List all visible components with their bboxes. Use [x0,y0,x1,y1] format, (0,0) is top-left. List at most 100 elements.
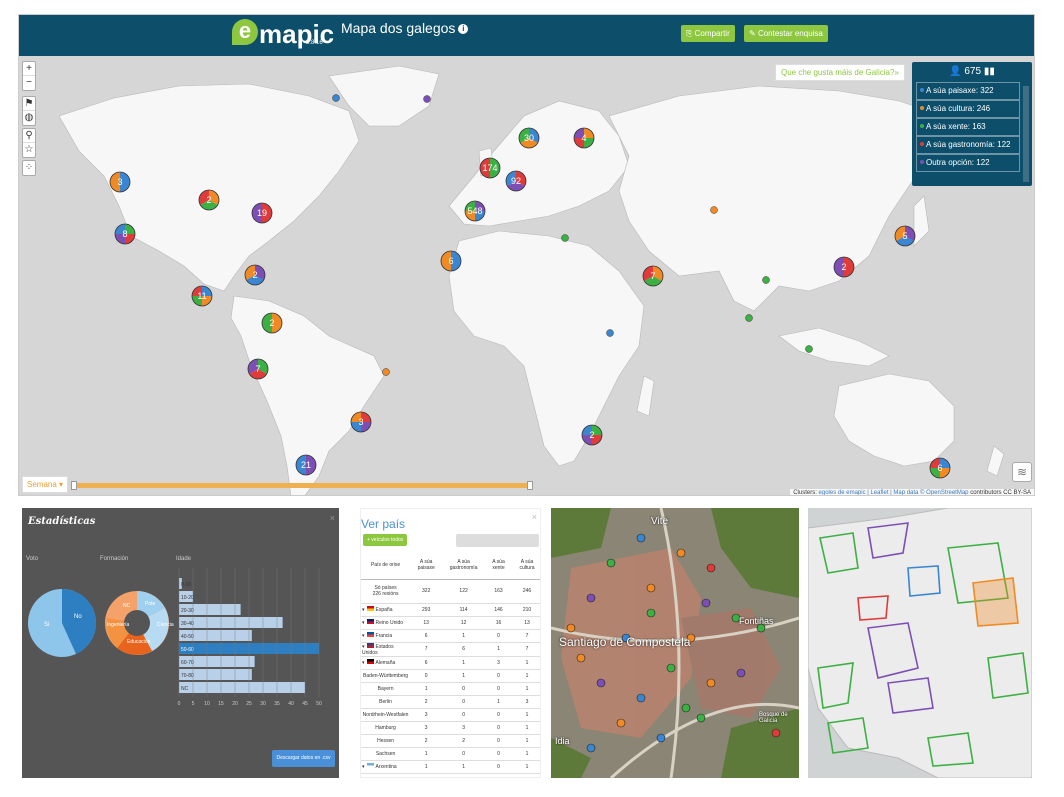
cluster-marker[interactable]: 2 [244,264,266,286]
legend-item[interactable]: A súa cultura: 246 [916,100,1020,118]
response-marker[interactable] [696,713,706,723]
cluster-marker[interactable]: 6 [440,250,462,272]
cluster-marker[interactable]: 7 [247,358,269,380]
response-marker[interactable] [596,678,606,688]
column-header[interactable]: A súa xente [484,551,513,580]
response-marker[interactable] [706,678,716,688]
bar-chart-icon[interactable]: ▮▮ [984,66,995,77]
single-marker[interactable] [762,276,770,284]
response-marker[interactable] [636,533,646,543]
response-marker[interactable] [586,743,596,753]
single-marker[interactable] [332,94,340,102]
response-marker[interactable] [566,623,576,633]
single-marker[interactable] [606,329,614,337]
table-row[interactable]: Bayern 1 0 0 1 [361,682,540,696]
question-link[interactable]: Que che gusta máis de Galicia?» [775,64,905,81]
legend-item[interactable]: Outra opción: 122 [916,154,1020,172]
table-row[interactable]: ▾ Alemaña 6 1 3 1 [361,656,540,670]
expand-icon[interactable]: ▾ [362,660,365,666]
cluster-marker[interactable]: 2 [261,312,283,334]
table-row[interactable]: Hessen 2 2 0 1 [361,734,540,748]
cluster-marker[interactable]: 2 [581,424,603,446]
response-marker[interactable] [606,558,616,568]
legend-item[interactable]: A súa gastronomía: 122 [916,136,1020,154]
filter-tabs[interactable]: + veículos todos [363,534,408,546]
response-marker[interactable] [656,733,666,743]
single-marker[interactable] [561,234,569,242]
cluster-marker[interactable]: 11 [191,285,213,307]
cluster-marker[interactable]: 3 [350,411,372,433]
zoom-in-button[interactable]: + [23,62,35,76]
cluster-marker[interactable]: 21 [295,454,317,476]
table-row[interactable]: Hamburg 3 3 0 1 [361,721,540,735]
pin-icon[interactable]: ⚲ [23,129,35,143]
survey-button[interactable]: ✎ Contestar enquisa [744,25,828,42]
regions-map-panel[interactable] [808,508,1032,778]
close-icon[interactable]: × [330,513,335,523]
info-icon[interactable]: i [458,24,469,34]
cluster-marker[interactable]: 7 [642,265,664,287]
table-row[interactable]: ▾ Arxentina 1 1 0 1 [361,760,540,774]
response-marker[interactable] [681,703,691,713]
timeline-slider[interactable] [71,481,533,490]
response-marker[interactable] [646,583,656,593]
cluster-marker[interactable]: 30 [518,127,540,149]
legend-item[interactable]: A súa paisaxe: 322 [916,82,1020,100]
world-map[interactable]: 3 2 8 19 2 11 2 7 3 21 30 4 174 92 548 6 7 2 2 5 6 + − ⚑ ◍ ⚲… [19,56,1034,495]
response-marker[interactable] [676,548,686,558]
cluster-marker[interactable]: 5 [894,225,916,247]
response-marker[interactable] [666,663,676,673]
cluster-marker[interactable]: 92 [505,170,527,192]
response-marker[interactable] [701,598,711,608]
expand-icon[interactable]: ▾ [362,620,365,626]
column-header[interactable]: País de orixe [361,551,411,580]
response-marker[interactable] [736,668,746,678]
cluster-marker[interactable]: 6 [929,457,951,479]
cluster-icon[interactable]: ⁘ [23,161,35,175]
column-header[interactable]: A súa cultura [512,551,540,580]
response-marker[interactable] [636,693,646,703]
cluster-marker[interactable]: 2 [833,256,855,278]
globe-icon[interactable]: ◍ [23,111,35,125]
cluster-marker[interactable]: 19 [251,202,273,224]
single-marker[interactable] [382,368,390,376]
flag-icon[interactable]: ⚑ [23,97,35,111]
timeline-end-handle[interactable] [527,481,533,490]
single-marker[interactable] [805,345,813,353]
cluster-marker[interactable]: 2 [198,189,220,211]
cluster-marker[interactable]: 3 [109,171,131,193]
cluster-marker[interactable]: 8 [114,223,136,245]
table-row[interactable]: Sachsen 1 0 0 1 [361,747,540,761]
zoom-out-button[interactable]: − [23,76,35,90]
cluster-marker[interactable]: 4 [573,127,595,149]
aerial-map-panel[interactable]: Vite Santiago de Compostela Fontiñas Bos… [551,508,799,778]
share-button[interactable]: ⎘ Compartir [681,25,735,42]
pin-outline-icon[interactable]: ☆ [23,143,35,157]
table-row[interactable]: ▾ España 293 114 146 210 [361,603,540,617]
cluster-marker[interactable]: 174 [479,157,501,179]
expand-icon[interactable]: ▾ [362,607,365,613]
table-row[interactable]: ▾ Francia 6 1 0 7 [361,629,540,643]
time-unit-select[interactable]: Semana ▾ [22,476,69,493]
close-icon[interactable]: × [532,512,537,522]
legend-item[interactable]: A súa xente: 163 [916,118,1020,136]
legend-scrollbar[interactable] [1023,86,1029,182]
column-header[interactable]: A súa gastronomía [442,551,485,580]
layers-icon[interactable]: ≋ [1012,462,1032,482]
response-marker[interactable] [586,593,596,603]
age-bar[interactable] [179,617,283,628]
download-csv-button[interactable]: Descargar datos en .csv [272,750,335,767]
response-marker[interactable] [771,728,781,738]
table-row[interactable]: Berlin 2 0 1 3 [361,695,540,709]
expand-icon[interactable]: ▾ [362,633,365,639]
table-row[interactable]: ▾ Reino Unido 13 12 16 13 [361,616,540,630]
response-marker[interactable] [616,718,626,728]
response-marker[interactable] [576,653,586,663]
response-marker[interactable] [706,563,716,573]
column-header[interactable]: A súa paisaxe [410,551,443,580]
expand-icon[interactable]: ▾ [362,764,365,770]
age-bar[interactable] [179,682,305,693]
single-marker[interactable] [745,314,753,322]
response-marker[interactable] [646,608,656,618]
cluster-marker[interactable]: 548 [464,200,486,222]
